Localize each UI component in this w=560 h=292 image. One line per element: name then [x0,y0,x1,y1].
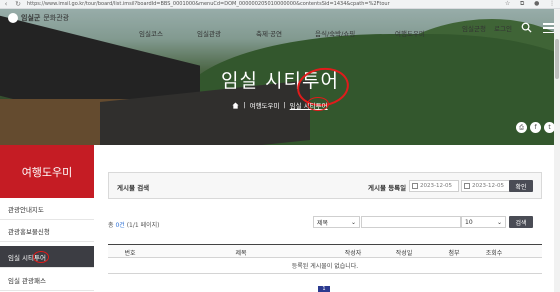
date-to-field[interactable]: 2023-12-05 [461,180,511,192]
search-keyword-input[interactable] [361,216,461,228]
menu-item-tourism[interactable]: 임실관광 [197,28,221,38]
print-icon[interactable]: ⎙ [516,122,527,133]
date-range-label: 게시물 등록일 [368,184,407,192]
breadcrumb: | 여행도우미 | 임실 시티투어 [0,100,560,110]
col-views: 조회수 [485,250,503,257]
search-button[interactable]: 검색 [509,216,533,228]
browser-url-bar: ‹ ↻ https://www.imsil.go.kr/tour/board/l… [0,0,560,9]
back-icon[interactable]: ‹ [0,0,12,8]
pagination-current[interactable]: 1 [318,286,330,292]
table-header: 번호 제목 작성자 작성일 첨부 조회수 [108,244,542,258]
lnb-item-pass[interactable]: 임실 관광패스 [0,269,94,291]
county-office-link[interactable]: 임실군청 [462,23,486,33]
col-number: 번호 [124,250,136,257]
search-icon[interactable] [521,22,532,33]
lnb-title: 여행도우미 [0,145,94,198]
reload-icon[interactable]: ↻ [12,0,24,8]
red-annotation-circle [33,251,49,263]
empty-message: 등록된 게시물이 없습니다. [108,258,542,274]
page-size-select[interactable]: 10 ⌄ [461,216,506,228]
browser-actions: ☆ ⧉ ● ⋮ [500,0,560,8]
result-count: 총 0건 (1/1 페이지) [108,222,160,229]
col-attach: 첨부 [448,250,460,257]
date-from-field[interactable]: 2023-12-05 [409,180,459,192]
calendar-icon[interactable] [412,183,418,189]
col-title: 제목 [235,250,247,257]
menu-item-helper[interactable]: 여행도우미 [395,28,425,38]
scrollbar-thumb[interactable] [555,39,559,79]
col-author: 작성자 [344,250,362,257]
chevron-down-icon: ⌄ [350,218,356,226]
page-scrollbar[interactable] [554,9,560,292]
confirm-button[interactable]: 확인 [509,180,533,192]
red-annotation-circle [307,97,329,111]
star-icon[interactable]: ☆ [505,0,510,8]
share-buttons: ⎙ f t [516,122,555,133]
facebook-icon[interactable]: f [530,122,541,133]
menu-item-festival[interactable]: 축제·공연 [256,28,282,38]
lnb-item-map[interactable]: 관광안내지도 [0,198,94,220]
menu-item-food[interactable]: 음식/숙박/쇼핑 [315,28,355,38]
board-search-box: 게시물 검색 게시물 등록일 2023-12-05 ~ 2023-12-05 확… [108,172,542,199]
address-input[interactable]: https://www.imsil.go.kr/tour/board/list.… [24,1,500,7]
page-title: 임실 시티투어 [221,70,339,92]
profile-icon[interactable]: ● [534,0,539,8]
board-search-label: 게시물 검색 [117,184,150,192]
more-icon[interactable]: ⋮ [549,0,555,8]
chevron-down-icon: ⌄ [496,218,502,226]
home-icon[interactable] [232,101,239,109]
calendar-icon[interactable] [464,183,470,189]
search-field-select[interactable]: 제목 ⌄ [313,216,360,228]
menu-item-course[interactable]: 임실코스 [139,28,163,38]
login-link[interactable]: 로그인 [494,23,512,33]
lnb-item-promo[interactable]: 관광홍보물신청 [0,220,94,242]
col-date: 작성일 [395,250,413,257]
extensions-icon[interactable]: ⧉ [520,0,524,8]
breadcrumb-item[interactable]: 여행도우미 [250,100,280,110]
